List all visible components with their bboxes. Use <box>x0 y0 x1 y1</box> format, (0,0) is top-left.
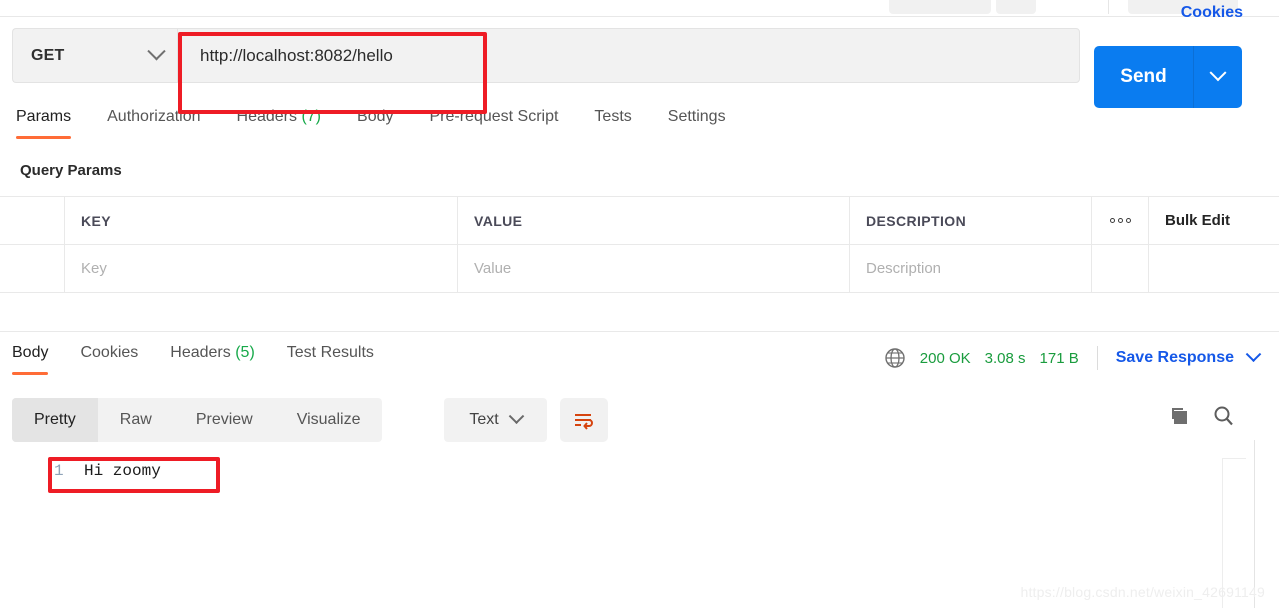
tab-settings[interactable]: Settings <box>668 104 726 139</box>
response-tab-cookies-label: Cookies <box>80 344 139 361</box>
tab-pre-request-script-label: Pre-request Script <box>429 108 559 125</box>
tab-params-label: Params <box>16 108 72 125</box>
response-tab-headers-label: Headers <box>170 344 231 361</box>
cookies-link[interactable]: Cookies <box>1181 4 1243 22</box>
watermark: https://blog.csdn.net/weixin_42691149 <box>1020 584 1265 600</box>
http-method-select[interactable]: GET <box>12 28 177 83</box>
line-number: 1 <box>54 462 64 480</box>
response-size: 171 B <box>1039 349 1079 367</box>
response-format-label: Text <box>469 411 499 428</box>
vertical-scrollbar-track[interactable] <box>1254 440 1255 608</box>
tab-authorization[interactable]: Authorization <box>107 104 200 139</box>
header-key-label: KEY <box>81 212 111 229</box>
view-mode-raw-label: Raw <box>119 411 152 428</box>
row-checkbox-cell[interactable] <box>0 245 65 292</box>
response-body-line: 1 Hi zoomy <box>54 462 161 480</box>
view-mode-visualize-label: Visualize <box>296 411 361 428</box>
tab-headers-count: (7) <box>301 108 322 125</box>
header-value-label: VALUE <box>474 212 523 229</box>
header-key: KEY <box>65 197 458 244</box>
top-toolbar-strip <box>0 0 1279 17</box>
response-tab-body[interactable]: Body <box>12 340 49 375</box>
tab-tests[interactable]: Tests <box>594 104 631 139</box>
postman-window: GET http://localhost:8082/hello Send Par… <box>0 0 1279 608</box>
http-method-label: GET <box>31 46 65 64</box>
row-key-placeholder: Key <box>81 260 107 277</box>
globe-icon <box>884 347 906 369</box>
query-params-table: KEY VALUE DESCRIPTION Bulk Edit Key Valu… <box>0 196 1279 293</box>
copy-icon <box>1172 408 1187 424</box>
header-description-label: DESCRIPTION <box>866 212 967 229</box>
body-minimap-cap <box>1222 458 1246 459</box>
tab-tests-label: Tests <box>594 108 632 125</box>
response-action-icons <box>1167 404 1235 433</box>
query-params-title: Query Params <box>20 162 122 179</box>
response-tab-cookies[interactable]: Cookies <box>80 340 138 375</box>
bulk-edit-button[interactable]: Bulk Edit <box>1149 197 1279 244</box>
ghost-control-2 <box>996 0 1036 14</box>
word-wrap-icon <box>575 414 593 430</box>
view-mode-preview-label: Preview <box>195 411 253 428</box>
search-button[interactable] <box>1211 404 1235 433</box>
chevron-down-icon <box>147 42 166 61</box>
row-trailing-cell <box>1149 245 1279 292</box>
tab-authorization-label: Authorization <box>107 108 201 125</box>
header-value: VALUE <box>458 197 850 244</box>
response-tab-headers[interactable]: Headers (5) <box>170 340 255 375</box>
response-body-text: Hi zoomy <box>84 462 161 480</box>
send-button-label: Send <box>1120 66 1167 87</box>
send-options-button[interactable] <box>1194 64 1242 83</box>
header-description: DESCRIPTION <box>850 197 1092 244</box>
view-mode-pretty-label: Pretty <box>34 411 76 428</box>
ghost-divider <box>1108 0 1109 14</box>
request-bar: GET http://localhost:8082/hello Send <box>0 18 1279 108</box>
tab-pre-request-script[interactable]: Pre-request Script <box>429 104 558 139</box>
row-value-input[interactable]: Value <box>458 245 850 292</box>
more-options-icon <box>1109 218 1131 223</box>
tab-params[interactable]: Params <box>16 104 72 139</box>
request-tabs: Params Authorization Headers (7) Body Pr… <box>0 104 1279 148</box>
row-description-input[interactable]: Description <box>850 245 1092 292</box>
ghost-control-1 <box>889 0 991 14</box>
tab-body-label: Body <box>357 108 394 125</box>
response-status-bar: 200 OK 3.08 s 171 B Save Response <box>884 345 1262 370</box>
response-tab-body-label: Body <box>12 344 49 361</box>
row-options-cell <box>1092 245 1149 292</box>
copy-button[interactable] <box>1167 404 1191 433</box>
send-button[interactable]: Send <box>1094 46 1242 108</box>
header-checkbox-cell <box>0 197 65 244</box>
status-divider <box>1096 346 1098 370</box>
tab-headers-label: Headers <box>236 108 297 125</box>
row-value-placeholder: Value <box>474 260 512 277</box>
view-mode-pretty[interactable]: Pretty <box>12 398 98 442</box>
word-wrap-toggle[interactable] <box>560 398 608 442</box>
url-input[interactable]: http://localhost:8082/hello <box>177 28 1080 83</box>
response-tab-test-results[interactable]: Test Results <box>287 340 374 375</box>
table-row: Key Value Description <box>0 245 1279 293</box>
view-mode-visualize[interactable]: Visualize <box>275 398 383 442</box>
bulk-edit-label: Bulk Edit <box>1165 212 1231 229</box>
view-mode-raw[interactable]: Raw <box>98 398 174 442</box>
tab-settings-label: Settings <box>667 108 726 125</box>
response-time: 3.08 s <box>984 349 1026 367</box>
chevron-down-icon <box>1209 64 1227 82</box>
search-icon <box>1214 406 1233 426</box>
response-separator <box>0 304 1279 332</box>
chevron-down-icon[interactable] <box>1245 345 1262 362</box>
row-description-placeholder: Description <box>866 260 942 277</box>
save-response-button[interactable]: Save Response <box>1116 349 1234 367</box>
table-header-row: KEY VALUE DESCRIPTION Bulk Edit <box>0 197 1279 245</box>
chevron-down-icon <box>508 407 524 424</box>
view-mode-preview[interactable]: Preview <box>174 398 275 442</box>
tab-body[interactable]: Body <box>357 104 393 139</box>
table-options-button[interactable] <box>1092 197 1149 244</box>
response-view-modes: Pretty Raw Preview Visualize <box>12 398 383 442</box>
response-tab-test-results-label: Test Results <box>286 344 374 361</box>
row-key-input[interactable]: Key <box>65 245 458 292</box>
response-tab-headers-count: (5) <box>235 344 255 361</box>
url-text: http://localhost:8082/hello <box>200 45 393 65</box>
tab-headers[interactable]: Headers (7) <box>237 104 322 139</box>
status-code: 200 OK <box>919 349 971 367</box>
response-format-select[interactable]: Text <box>444 398 547 442</box>
